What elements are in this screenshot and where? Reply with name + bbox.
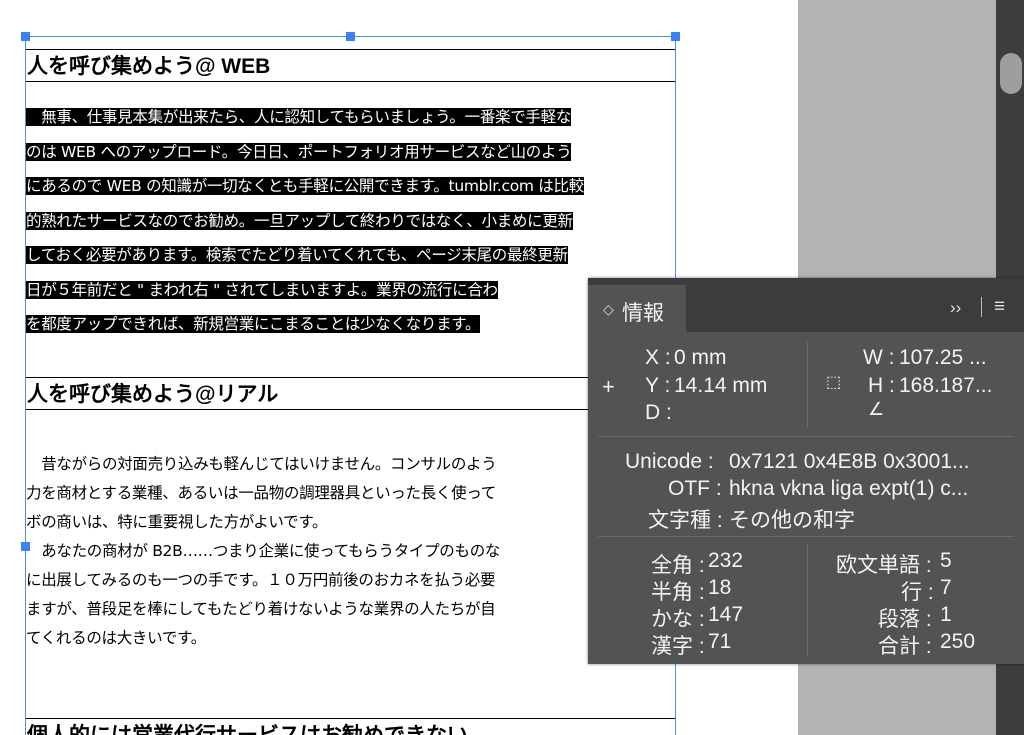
otf-value: hkna vkna liga expt(1) c... [729, 477, 969, 500]
zenkaku-label: 全角 : [651, 554, 705, 577]
paras-value: 1 [940, 603, 952, 626]
h-value: 168.187... [899, 374, 993, 397]
w-label: W : [863, 346, 895, 369]
text-frame-selection[interactable] [25, 36, 676, 735]
words-label: 欧文単語 : [836, 554, 932, 577]
info-panel: ◇ 情報 ›› ≡ + X : 0 mm Y : 14.14 mm D : ⬚ … [588, 278, 1024, 664]
unicode-value: 0x7121 0x4E8B 0x3001... [729, 450, 970, 473]
chevron-updown-icon[interactable]: ◇ [603, 301, 614, 318]
paras-label: 段落 : [878, 608, 932, 631]
tab-info-label: 情報 [622, 302, 664, 325]
total-label: 合計 : [878, 635, 932, 658]
total-value: 250 [940, 630, 976, 653]
section-divider-1 [598, 436, 1014, 437]
y-value: 14.14 mm [674, 374, 768, 397]
otf-label: OTF : [668, 477, 722, 500]
unicode-label: Unicode : [625, 450, 714, 473]
x-value: 0 mm [674, 346, 727, 369]
w-value: 107.25 ... [899, 346, 987, 369]
hankaku-value: 18 [708, 576, 732, 599]
hankaku-label: 半角 : [651, 581, 705, 604]
h-label: H : [868, 374, 895, 397]
counts-divider [807, 544, 808, 656]
x-label: X : [645, 346, 671, 369]
tab-info[interactable]: ◇ 情報 [588, 285, 686, 332]
double-chevron-icon[interactable]: ›› [950, 298, 961, 318]
charset-value: その他の和字 [729, 509, 855, 532]
frame-handle-top-middle[interactable] [346, 32, 355, 41]
frame-handle-middle-left[interactable] [21, 542, 30, 551]
position-divider [807, 342, 808, 428]
lines-label: 行 : [901, 581, 934, 604]
kana-value: 147 [708, 603, 744, 626]
y-label: Y : [645, 374, 671, 397]
tab-separator [981, 297, 982, 317]
section-divider-2 [598, 536, 1014, 537]
scrollbar-thumb[interactable] [1000, 53, 1022, 94]
kanji-value: 71 [708, 630, 732, 653]
size-icon: ⬚ [826, 374, 842, 391]
kana-label: かな : [651, 608, 705, 631]
angle-icon: ∠ [868, 399, 885, 419]
panel-menu-icon[interactable]: ≡ [994, 296, 1005, 318]
lines-value: 7 [940, 576, 952, 599]
crosshair-icon: + [602, 374, 615, 399]
frame-handle-top-left[interactable] [21, 32, 30, 41]
zenkaku-value: 232 [708, 549, 744, 572]
frame-handle-top-right[interactable] [671, 32, 680, 41]
words-value: 5 [940, 549, 952, 572]
charset-label: 文字種 : [648, 509, 723, 532]
kanji-label: 漢字 : [651, 635, 705, 658]
d-label: D : [645, 401, 672, 424]
